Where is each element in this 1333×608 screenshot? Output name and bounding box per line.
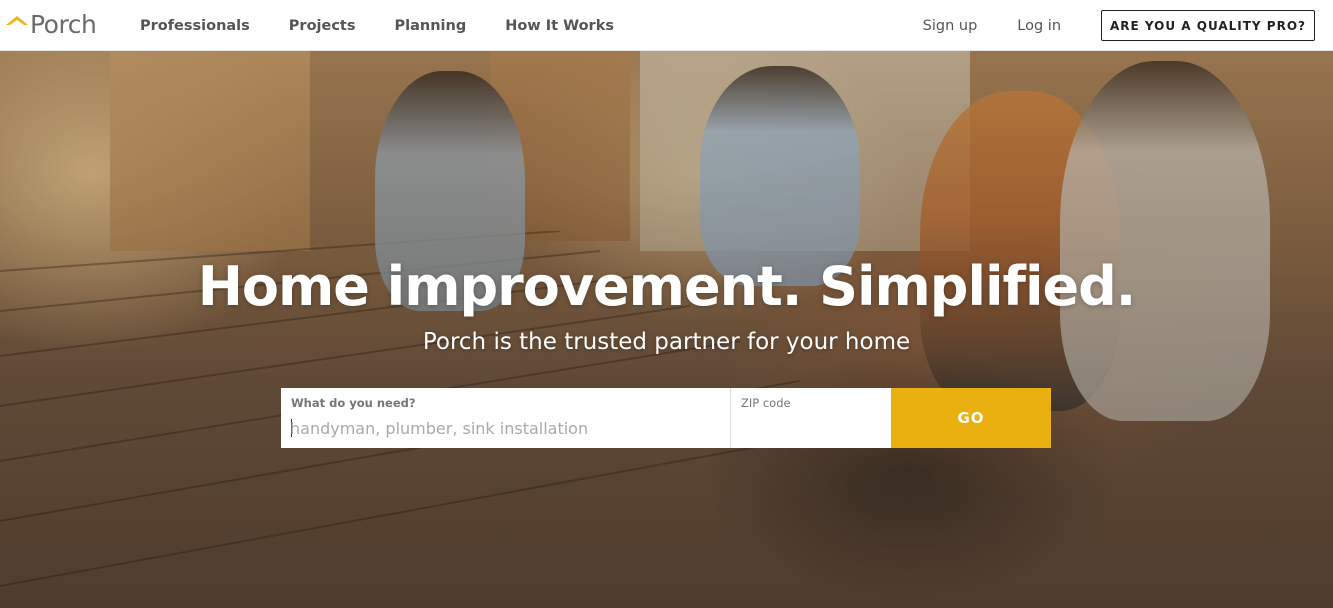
nav-projects[interactable]: Projects: [289, 18, 356, 34]
account-nav: Sign up Log in ARE YOU A QUALITY PRO?: [923, 0, 1315, 51]
go-button[interactable]: GO: [891, 388, 1051, 448]
hero-subheadline: Porch is the trusted partner for your ho…: [422, 329, 911, 355]
service-input[interactable]: [290, 416, 721, 440]
hero-headline: Home improvement. Simplified.: [197, 255, 1137, 318]
nav-planning[interactable]: Planning: [395, 18, 467, 34]
logo-text: Porch: [30, 9, 97, 39]
quality-pro-button[interactable]: ARE YOU A QUALITY PRO?: [1101, 10, 1315, 41]
nav-professionals[interactable]: Professionals: [140, 18, 250, 34]
log-in-link[interactable]: Log in: [1017, 18, 1061, 34]
nav-how-it-works[interactable]: How It Works: [505, 18, 614, 34]
service-field[interactable]: What do you need?: [281, 388, 731, 448]
porch-logo[interactable]: Porch: [6, 9, 97, 39]
top-navigation-bar: Porch Professionals Projects Planning Ho…: [0, 0, 1333, 51]
main-nav: Professionals Projects Planning How It W…: [140, 0, 614, 51]
porch-roof-icon: [6, 16, 28, 25]
search-form: What do you need? ZIP code GO: [281, 388, 1051, 448]
zip-field[interactable]: ZIP code: [731, 388, 891, 448]
hero-section: Home improvement. Simplified. Porch is t…: [0, 51, 1333, 608]
zip-input[interactable]: [740, 416, 882, 440]
sign-up-link[interactable]: Sign up: [923, 18, 978, 34]
zip-field-label: ZIP code: [741, 396, 791, 410]
service-field-label: What do you need?: [291, 396, 416, 410]
